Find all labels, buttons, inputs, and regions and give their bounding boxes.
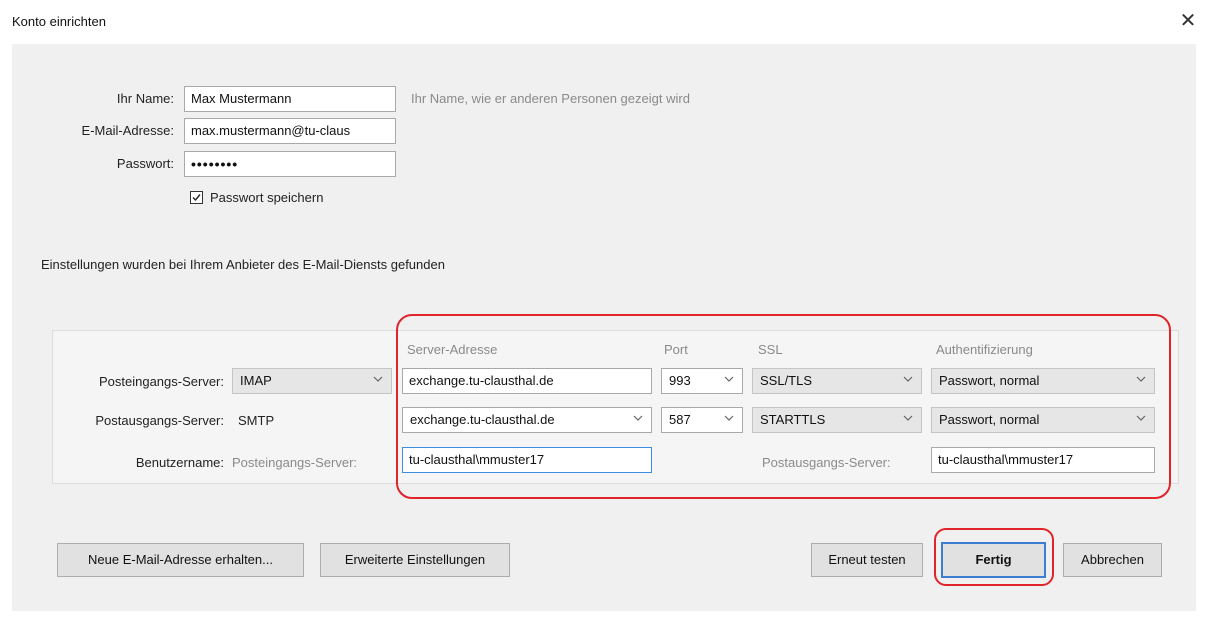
email-input[interactable]: max.mustermann@tu-claus: [184, 118, 396, 144]
cancel-button[interactable]: Abbrechen: [1063, 543, 1162, 577]
incoming-protocol-value: IMAP: [240, 373, 272, 388]
username-incoming-label: Posteingangs-Server:: [232, 455, 358, 470]
status-message: Einstellungen wurden bei Ihrem Anbieter …: [41, 257, 445, 272]
password-label: Passwort:: [116, 156, 174, 171]
outgoing-protocol: SMTP: [238, 413, 275, 428]
chevron-down-icon: [373, 374, 383, 384]
close-icon[interactable]: ✕: [1177, 10, 1199, 32]
checkmark-icon: [192, 194, 201, 202]
incoming-server-label: Posteingangs-Server:: [98, 374, 224, 389]
done-button[interactable]: Fertig: [941, 542, 1046, 578]
name-input[interactable]: Max Mustermann: [184, 86, 396, 112]
outgoing-server-label: Postausgangs-Server:: [95, 413, 224, 428]
new-email-button[interactable]: Neue E-Mail-Adresse erhalten...: [57, 543, 304, 577]
name-label: Ihr Name:: [116, 91, 174, 106]
password-input[interactable]: ••••••••: [184, 151, 396, 177]
username-label: Benutzername:: [135, 455, 224, 470]
incoming-protocol-select[interactable]: IMAP: [232, 368, 392, 394]
server-settings-highlight: [396, 314, 1171, 499]
title-bar: [0, 0, 1205, 44]
save-password-label[interactable]: Passwort speichern: [210, 190, 323, 205]
advanced-settings-button[interactable]: Erweiterte Einstellungen: [320, 543, 510, 577]
dialog-title: Konto einrichten: [12, 14, 106, 29]
retest-button[interactable]: Erneut testen: [811, 543, 923, 577]
email-label: E-Mail-Adresse:: [81, 123, 174, 138]
save-password-checkbox[interactable]: [190, 191, 203, 204]
name-hint: Ihr Name, wie er anderen Personen gezeig…: [411, 91, 690, 106]
